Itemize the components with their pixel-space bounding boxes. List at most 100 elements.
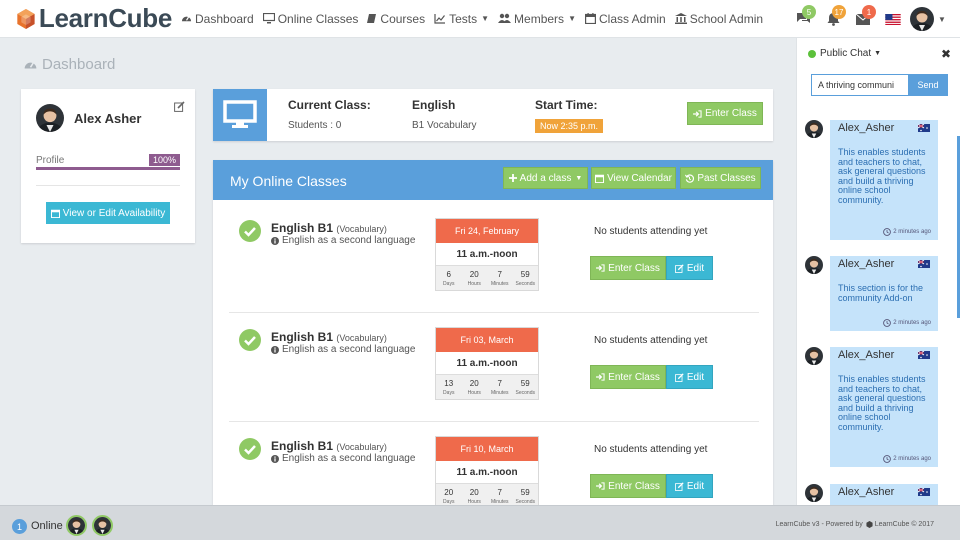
countdown-hours-label: Hours [467,280,481,287]
countdown-seconds: 59 [520,487,530,497]
nav-class-admin[interactable]: Class Admin [584,11,666,26]
caret-down-icon: ▼ [874,50,882,57]
current-class-label: Current Class: [288,98,371,112]
dashboard-icon [24,61,37,68]
nav-online-classes[interactable]: Online Classes [262,12,358,26]
check-circle-icon [239,329,261,351]
chat-message: Alex_Asher This enables students and tea… [805,120,940,240]
profile-label: Profile [36,155,65,166]
countdown-minutes: 7 [497,378,502,388]
class-tag: (Vocabulary) [336,333,387,343]
nav-tests[interactable]: Tests ▼ [434,12,489,26]
nav-school-admin[interactable]: School Admin [674,11,764,26]
nav-class-admin-label: Class Admin [598,11,666,26]
attendance-status: No students attending yet [594,226,708,237]
class-title: English B1 (Vocabulary) [271,439,387,453]
chat-send-button[interactable]: Send [908,74,948,96]
nav-members[interactable]: Members ▼ [498,12,576,26]
edit-icon[interactable] [174,101,185,112]
caret-down-icon: ▼ [568,14,576,23]
message-time-text: 2 minutes ago [893,320,931,326]
edit-class-button[interactable]: Edit [666,256,713,280]
info-circle-icon [271,454,279,463]
past-classes-button[interactable]: Past Classes [680,167,761,189]
class-time: 11 a.m.-noon [436,352,538,375]
class-subtitle-text: English as a second language [282,235,416,246]
class-date-box: Fri 10, March 11 a.m.-noon 20 Days 20 Hour… [435,436,539,505]
class-row: English B1 (Vocabulary) English as a sec… [229,313,759,422]
class-subtitle-text: English as a second language [282,453,416,464]
chat-badge: 5 [802,5,816,19]
chat-notifications[interactable]: 5 [788,0,818,38]
message-time-text: 2 minutes ago [893,229,931,235]
countdown: 13 Days 20 Hours 7 Minutes 59 Seconds [436,375,538,399]
monitor-icon [262,13,275,24]
current-class-level: B1 Vocabulary [412,120,477,131]
user-menu[interactable]: ▼ [908,0,948,38]
message-text: This section is for the community Add-on [838,283,924,303]
logo[interactable]: LearnCube [16,3,172,35]
nav-dashboard[interactable]: Dashboard [181,12,254,26]
online-status-dot [808,49,816,58]
footer-bar: 1 Online LearnCube v3 - Powered by Learn… [0,505,960,540]
dashboard-icon [181,16,192,22]
countdown-days-label: Days [443,280,455,287]
message-notifications[interactable]: 1 [848,0,878,38]
class-actions: Enter Class Edit [590,256,713,280]
chat-message: Alex_Asher [805,484,940,505]
chat-channel-selector[interactable]: Public Chat ▼ [808,48,881,59]
message-time-text: 2 minutes ago [893,456,931,462]
countdown-seconds: 59 [520,378,530,388]
class-subtitle-text: English as a second language [282,344,416,355]
view-edit-availability-button[interactable]: View or Edit Availability [46,202,170,224]
enter-current-class-button[interactable]: Enter Class [687,102,763,125]
start-time-label: Start Time: [535,98,598,112]
learncube-logo-icon [17,8,35,29]
countdown-minutes: 7 [497,487,502,497]
online-user-avatar[interactable] [66,515,87,536]
attendance-status: No students attending yet [594,444,708,455]
sign-in-icon [596,264,605,272]
chat-message-input[interactable] [811,74,909,96]
close-icon[interactable]: ✖ [941,47,951,61]
online-label: Online [31,520,63,532]
institution-icon [674,13,687,24]
nav-school-admin-label: School Admin [689,11,764,26]
australia-flag-icon [918,260,930,268]
enter-class-button[interactable]: Enter Class [590,256,666,280]
online-user-avatar[interactable] [92,515,113,536]
profile-avatar [36,104,64,132]
clock-icon [883,228,892,236]
enter-class-button[interactable]: Enter Class [590,474,666,498]
profile-progress-fill [36,167,180,170]
class-date: Fri 03, March [436,328,538,352]
countdown-days-label: Days [443,389,455,396]
students-count: Students : 0 [288,120,342,131]
edit-class-button[interactable]: Edit [666,365,713,389]
add-class-button[interactable]: Add a class ▼ [503,167,588,189]
current-class-icon-box [213,89,267,141]
footer-credits: LearnCube v3 - Powered by LearnCube © 20… [776,521,934,528]
countdown-hours: 20 [469,378,479,388]
countdown-days: 13 [444,378,454,388]
start-time-badge: Now 2:35 p.m. [535,119,604,133]
language-selector[interactable] [878,0,908,38]
alert-notifications[interactable]: 17 [818,0,848,38]
class-subtitle: English as a second language [271,453,415,464]
current-class-subject: English [412,98,456,112]
nav-courses[interactable]: Courses [367,12,425,26]
edit-class-button[interactable]: Edit [666,474,713,498]
enter-class-button[interactable]: Enter Class [590,365,666,389]
countdown: 6 Days 20 Hours 7 Minutes 59 Seconds [436,266,538,290]
sign-in-icon [596,373,605,381]
australia-flag-icon [918,124,930,132]
class-subtitle: English as a second language [271,344,415,355]
countdown-hours-label: Hours [467,498,481,505]
message-time: 2 minutes ago [883,455,931,463]
caret-down-icon: ▼ [938,14,946,24]
message-bubble: Alex_Asher This enables students and tea… [830,120,938,240]
clock-icon [883,455,892,463]
class-row: English B1 (Vocabulary) English as a sec… [229,422,759,505]
view-calendar-button[interactable]: View Calendar [591,167,676,189]
users-icon [498,13,512,23]
